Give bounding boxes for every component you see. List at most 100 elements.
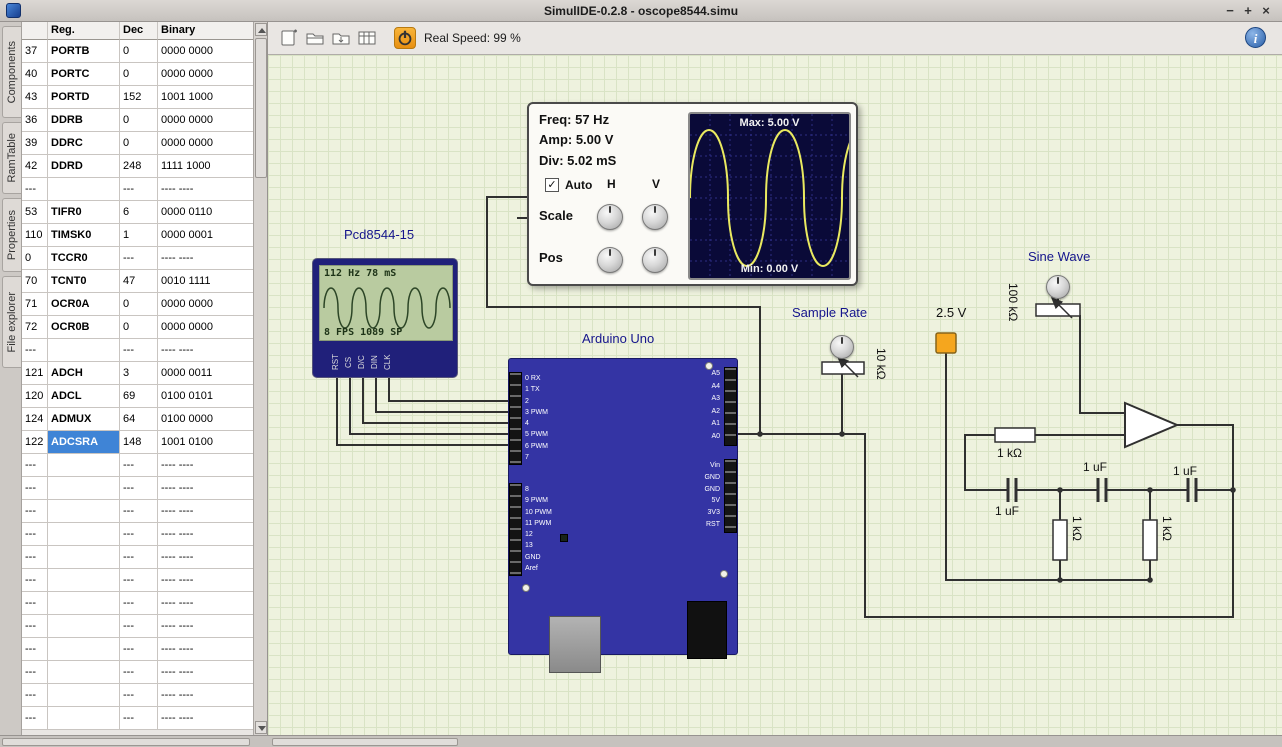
cell-addr[interactable]: --- [22,615,48,638]
resistor-r2[interactable] [1053,520,1067,560]
cell-binary[interactable]: ---- ---- [158,454,254,477]
cell-binary[interactable]: 0100 0000 [158,408,254,431]
table-row[interactable]: 40 PORTC 0 0000 0000 [22,63,254,86]
save-circuit-button[interactable] [330,27,352,49]
cell-addr[interactable]: --- [22,592,48,615]
cell-dec[interactable]: --- [120,454,158,477]
cell-addr[interactable]: 71 [22,293,48,316]
voltage-source-2v5[interactable] [936,333,956,353]
cell-addr[interactable]: --- [22,454,48,477]
cell-addr[interactable]: --- [22,638,48,661]
cell-addr[interactable]: 40 [22,63,48,86]
canvas-hscroll-thumb[interactable] [272,738,458,746]
table-row[interactable]: --- --- ---- ---- [22,638,254,661]
cell-dec[interactable]: --- [120,523,158,546]
table-row[interactable]: --- --- ---- ---- [22,592,254,615]
cell-dec[interactable]: --- [120,684,158,707]
power-pin-header[interactable] [724,459,737,533]
cell-addr[interactable]: 110 [22,224,48,247]
scale-v-knob[interactable] [642,204,668,230]
resistor-r1[interactable] [995,428,1035,442]
cell-dec[interactable]: --- [120,661,158,684]
cell-binary[interactable]: ---- ---- [158,707,254,730]
cell-addr[interactable]: --- [22,569,48,592]
cell-addr[interactable]: 124 [22,408,48,431]
cell-binary[interactable]: 0010 1111 [158,270,254,293]
table-row[interactable]: 39 DDRC 0 0000 0000 [22,132,254,155]
cell-reg[interactable] [48,500,120,523]
cell-reg[interactable] [48,546,120,569]
table-row[interactable]: 37 PORTB 0 0000 0000 [22,40,254,63]
oscilloscope[interactable]: Freq: 57 Hz Amp: 5.00 V Div: 5.02 mS ✓ A… [527,102,858,286]
scroll-up-button[interactable] [255,23,267,36]
cell-binary[interactable]: 0000 0110 [158,201,254,224]
cell-dec[interactable]: --- [120,569,158,592]
header-addr[interactable] [22,22,48,40]
cell-reg[interactable]: ADMUX [48,408,120,431]
cell-addr[interactable]: --- [22,339,48,362]
sidebar-tab-file-explorer[interactable]: File explorer [2,276,21,368]
table-row[interactable]: 72 OCR0B 0 0000 0000 [22,316,254,339]
cell-binary[interactable]: ---- ---- [158,592,254,615]
open-circuit-button[interactable] [304,27,326,49]
cell-dec[interactable]: --- [120,638,158,661]
cell-dec[interactable]: 3 [120,362,158,385]
cell-dec[interactable]: 0 [120,40,158,63]
horizontal-scrollbar[interactable] [0,735,1282,747]
cell-reg[interactable]: PORTD [48,86,120,109]
table-row[interactable]: 53 TIFR0 6 0000 0110 [22,201,254,224]
cell-binary[interactable]: 1111 1000 [158,155,254,178]
cell-binary[interactable]: 0100 0101 [158,385,254,408]
cell-binary[interactable]: ---- ---- [158,178,254,201]
cell-dec[interactable]: --- [120,707,158,730]
table-row[interactable]: --- --- ---- ---- [22,661,254,684]
cell-dec[interactable]: 69 [120,385,158,408]
cell-dec[interactable]: --- [120,339,158,362]
cell-addr[interactable]: 72 [22,316,48,339]
sidebar-tab-ramtable[interactable]: RamTable [2,122,21,194]
cell-reg[interactable] [48,707,120,730]
sample-rate-knob[interactable] [830,335,854,359]
cell-addr[interactable]: --- [22,477,48,500]
cell-addr[interactable]: 121 [22,362,48,385]
potentiometer-sample-rate-body[interactable] [822,362,864,374]
cell-reg[interactable] [48,569,120,592]
cell-addr[interactable]: --- [22,707,48,730]
table-row[interactable]: --- --- ---- ---- [22,615,254,638]
cell-dec[interactable]: --- [120,247,158,270]
table-row[interactable]: --- --- ---- ---- [22,707,254,730]
cell-addr[interactable]: --- [22,661,48,684]
table-row[interactable]: --- --- ---- ---- [22,477,254,500]
table-row[interactable]: 0 TCCR0 --- ---- ---- [22,247,254,270]
scale-h-knob[interactable] [597,204,623,230]
cell-dec[interactable]: 6 [120,201,158,224]
cell-reg[interactable] [48,339,120,362]
circuit-canvas[interactable]: Freq: 57 Hz Amp: 5.00 V Div: 5.02 mS ✓ A… [268,55,1282,735]
potentiometer-sine-body[interactable] [1036,304,1080,316]
header-reg[interactable]: Reg. [48,22,120,40]
cell-dec[interactable]: 0 [120,63,158,86]
table-row[interactable]: 121 ADCH 3 0000 0011 [22,362,254,385]
cell-reg[interactable]: TIMSK0 [48,224,120,247]
cell-dec[interactable]: 47 [120,270,158,293]
cell-binary[interactable]: 0000 0000 [158,316,254,339]
table-row[interactable]: 124 ADMUX 64 0100 0000 [22,408,254,431]
table-row[interactable]: 122 ADCSRA 148 1001 0100 [22,431,254,454]
scroll-down-button[interactable] [255,721,267,734]
cell-reg[interactable]: OCR0B [48,316,120,339]
scrollbar-thumb[interactable] [255,38,267,178]
cell-reg[interactable]: OCR0A [48,293,120,316]
cell-addr[interactable]: --- [22,523,48,546]
cell-reg[interactable]: DDRD [48,155,120,178]
table-row[interactable]: 120 ADCL 69 0100 0101 [22,385,254,408]
cell-addr[interactable]: 42 [22,155,48,178]
cell-reg[interactable]: DDRB [48,109,120,132]
cell-binary[interactable]: 0000 0000 [158,293,254,316]
cell-addr[interactable]: --- [22,500,48,523]
table-row[interactable]: --- --- ---- ---- [22,569,254,592]
cell-dec[interactable]: 0 [120,316,158,339]
cell-addr[interactable]: 37 [22,40,48,63]
cell-binary[interactable]: ---- ---- [158,477,254,500]
cell-binary[interactable]: ---- ---- [158,546,254,569]
op-amp-symbol[interactable] [1125,403,1177,447]
